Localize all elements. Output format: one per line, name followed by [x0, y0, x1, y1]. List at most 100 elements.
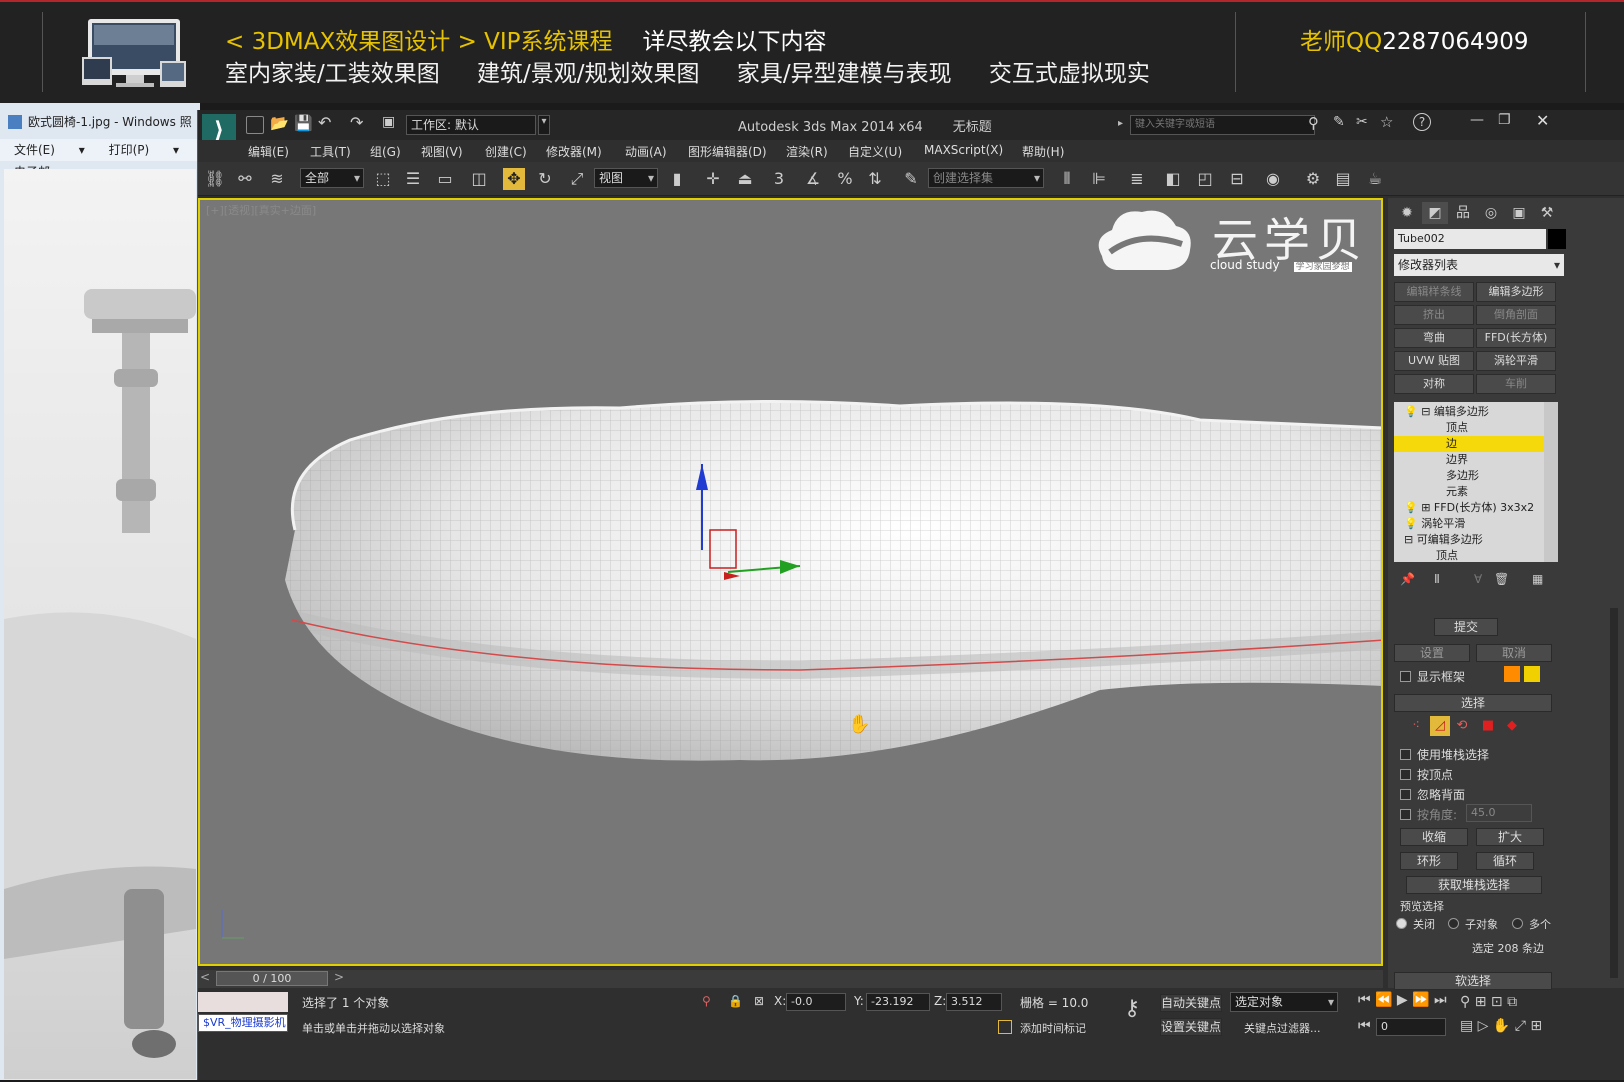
remove-modifier-icon[interactable]: 🗑	[1494, 572, 1509, 586]
menu-create[interactable]: 创建(C)	[485, 143, 527, 160]
object-name-field[interactable]: Tube002	[1394, 229, 1546, 249]
shrink-button[interactable]: 收缩	[1400, 828, 1468, 846]
communication-icon[interactable]: ✂	[1356, 114, 1368, 130]
angle-value-field[interactable]: 45.0	[1466, 804, 1532, 822]
key-filters-button[interactable]: 关键点过滤器...	[1244, 1020, 1321, 1036]
modifier-button-bend[interactable]: 弯曲	[1394, 328, 1474, 348]
soft-selection-rollout-header[interactable]: 软选择	[1394, 972, 1552, 990]
modifier-button-lathe[interactable]: 车削	[1476, 374, 1556, 394]
menu-group[interactable]: 组(G)	[370, 143, 401, 160]
cage-color-swatch[interactable]	[1504, 666, 1520, 682]
edit-named-selection-icon[interactable]: ✎	[900, 168, 922, 190]
motion-tab-icon[interactable]: ◎	[1478, 202, 1504, 224]
preview-multi-radio[interactable]: 多个	[1512, 916, 1551, 932]
modifier-list-dropdown[interactable]: 修改器列表	[1394, 254, 1564, 276]
restore-icon[interactable]: ❐	[1498, 112, 1511, 128]
by-angle-checkbox[interactable]: 按角度:	[1400, 806, 1457, 823]
menu-edit[interactable]: 编辑(E)	[248, 143, 289, 160]
mirror-icon[interactable]: ⫴	[1056, 168, 1078, 190]
undo-icon[interactable]: ↶	[318, 113, 331, 132]
link-icon[interactable]: ⛓	[204, 168, 226, 190]
display-tab-icon[interactable]: ▣	[1506, 202, 1532, 224]
rotate-tool-icon[interactable]: ↻	[534, 168, 556, 190]
time-tag-icon[interactable]	[998, 1020, 1012, 1034]
project-folder-icon[interactable]: ▣	[382, 114, 395, 130]
auto-key-button[interactable]: 自动关键点	[1160, 994, 1222, 1012]
time-slider[interactable]: < 0 / 100 >	[198, 970, 1383, 988]
maxscript-listener[interactable]: $VR_物理摄影机	[198, 1014, 288, 1032]
align-icon[interactable]: ⊫	[1088, 168, 1110, 190]
absolute-mode-icon[interactable]: ⊠	[754, 994, 764, 1008]
grow-button[interactable]: 扩大	[1476, 828, 1544, 846]
cancel-button[interactable]: 取消	[1476, 644, 1552, 662]
create-tab-icon[interactable]: ✹	[1394, 202, 1420, 224]
subscription-icon[interactable]: ✎	[1333, 114, 1345, 130]
pin-stack-icon[interactable]: 📌	[1400, 572, 1415, 586]
selection-filter-dropdown[interactable]: 全部	[300, 168, 364, 188]
stack-item[interactable]: 💡 ⊟ 编辑多边形	[1394, 404, 1544, 420]
preview-subobject-radio[interactable]: 子对象	[1448, 916, 1498, 932]
select-object-icon[interactable]: ⬚	[372, 168, 394, 190]
keyboard-shortcut-icon[interactable]: ⏏	[734, 168, 756, 190]
named-selection-dropdown[interactable]: 创建选择集	[928, 168, 1044, 188]
x-coordinate-field[interactable]: -0.0	[786, 993, 846, 1011]
configure-sets-icon[interactable]: ▦	[1532, 572, 1543, 586]
hierarchy-tab-icon[interactable]: 品	[1450, 202, 1476, 224]
stack-item[interactable]: 顶点	[1394, 548, 1544, 562]
menu-maxscript[interactable]: MAXScript(X)	[924, 143, 1003, 157]
stack-item[interactable]: 💡 涡轮平滑	[1394, 516, 1544, 532]
show-end-result-icon[interactable]: Ⅱ	[1434, 572, 1440, 586]
stack-item[interactable]: 💡 ⊞ FFD(长方体) 3x3x2	[1394, 500, 1544, 516]
key-mode-dropdown[interactable]: 选定对象	[1230, 992, 1338, 1012]
material-editor-icon[interactable]: ◉	[1262, 168, 1284, 190]
photo-viewer-menu[interactable]: 文件(E) ▾ 打印(P) ▾ 电子邮	[0, 139, 200, 179]
binoculars-icon[interactable]: ⚲	[1308, 114, 1319, 132]
modifier-button-edit-spline[interactable]: 编辑样条线	[1394, 282, 1474, 302]
modify-tab-icon[interactable]: ◩	[1422, 202, 1448, 224]
modifier-button-bevel-profile[interactable]: 倒角剖面	[1476, 305, 1556, 325]
get-stack-selection-button[interactable]: 获取堆栈选择	[1406, 876, 1542, 894]
preview-off-radio[interactable]: 关闭	[1396, 916, 1435, 932]
stack-item[interactable]: 顶点	[1394, 420, 1544, 436]
current-frame-field[interactable]: 0	[1376, 1018, 1446, 1036]
ring-button[interactable]: 环形	[1400, 852, 1458, 870]
menu-customize[interactable]: 自定义(U)	[848, 143, 902, 160]
mini-listener-field[interactable]	[198, 992, 288, 1012]
perspective-viewport[interactable]: [+][透视][真实+边面] 云学贝 cloud study 学习家园梦想 ✋	[198, 198, 1383, 966]
viewport-nav-controls-2[interactable]: ▤ ▷ ✋ ⤢ ⊞	[1460, 1018, 1542, 1034]
utilities-tab-icon[interactable]: ⚒	[1534, 202, 1560, 224]
menu-modifiers[interactable]: 修改器(M)	[546, 143, 602, 160]
rect-selection-icon[interactable]: ▭	[434, 168, 456, 190]
selection-lock-icon[interactable]: 🔒	[728, 994, 743, 1008]
modifier-button-symmetry[interactable]: 对称	[1394, 374, 1474, 394]
redo-icon[interactable]: ↷	[350, 113, 363, 132]
y-coordinate-field[interactable]: -23.192	[866, 993, 930, 1011]
selection-rollout-header[interactable]: 选择	[1394, 694, 1552, 712]
modifier-stack[interactable]: 💡 ⊟ 编辑多边形 顶点 边 边界 多边形 元素 💡 ⊞ FFD(长方体) 3x…	[1394, 402, 1558, 562]
element-mode-icon[interactable]: ◆	[1502, 716, 1522, 736]
favorites-star-icon[interactable]: ☆	[1380, 113, 1393, 131]
bind-spacewarp-icon[interactable]: ≋	[266, 168, 288, 190]
use-stack-selection-checkbox[interactable]: 使用堆栈选择	[1400, 746, 1489, 763]
spinner-snap-icon[interactable]: ⇅	[864, 168, 886, 190]
menu-views[interactable]: 视图(V)	[421, 143, 463, 160]
scale-tool-icon[interactable]: ⤢	[566, 168, 588, 190]
modifier-button-edit-poly[interactable]: 编辑多边形	[1476, 282, 1556, 302]
add-time-tag[interactable]: 添加时间标记	[1020, 1020, 1086, 1036]
rendered-frame-icon[interactable]: ▤	[1332, 168, 1354, 190]
menu-rendering[interactable]: 渲染(R)	[786, 143, 828, 160]
graphite-toggle-icon[interactable]: ◧	[1162, 168, 1184, 190]
menu-graph-editors[interactable]: 图形编辑器(D)	[688, 143, 767, 160]
minimize-icon[interactable]: —	[1470, 112, 1484, 128]
time-next-icon[interactable]: >	[334, 970, 344, 984]
window-crossing-icon[interactable]: ◫	[468, 168, 490, 190]
chevron-down-icon[interactable]: ▾	[538, 115, 550, 135]
select-by-name-icon[interactable]: ☰	[402, 168, 424, 190]
menu-help[interactable]: 帮助(H)	[1022, 143, 1064, 160]
show-cage-checkbox[interactable]: 显示框架	[1400, 668, 1465, 685]
cage-selected-color-swatch[interactable]	[1524, 666, 1540, 682]
render-setup-icon[interactable]: ⚙	[1302, 168, 1324, 190]
edge-mode-icon[interactable]: ◿	[1430, 716, 1450, 736]
save-icon[interactable]: 💾	[294, 114, 313, 132]
make-unique-icon[interactable]: ∀	[1474, 572, 1482, 586]
